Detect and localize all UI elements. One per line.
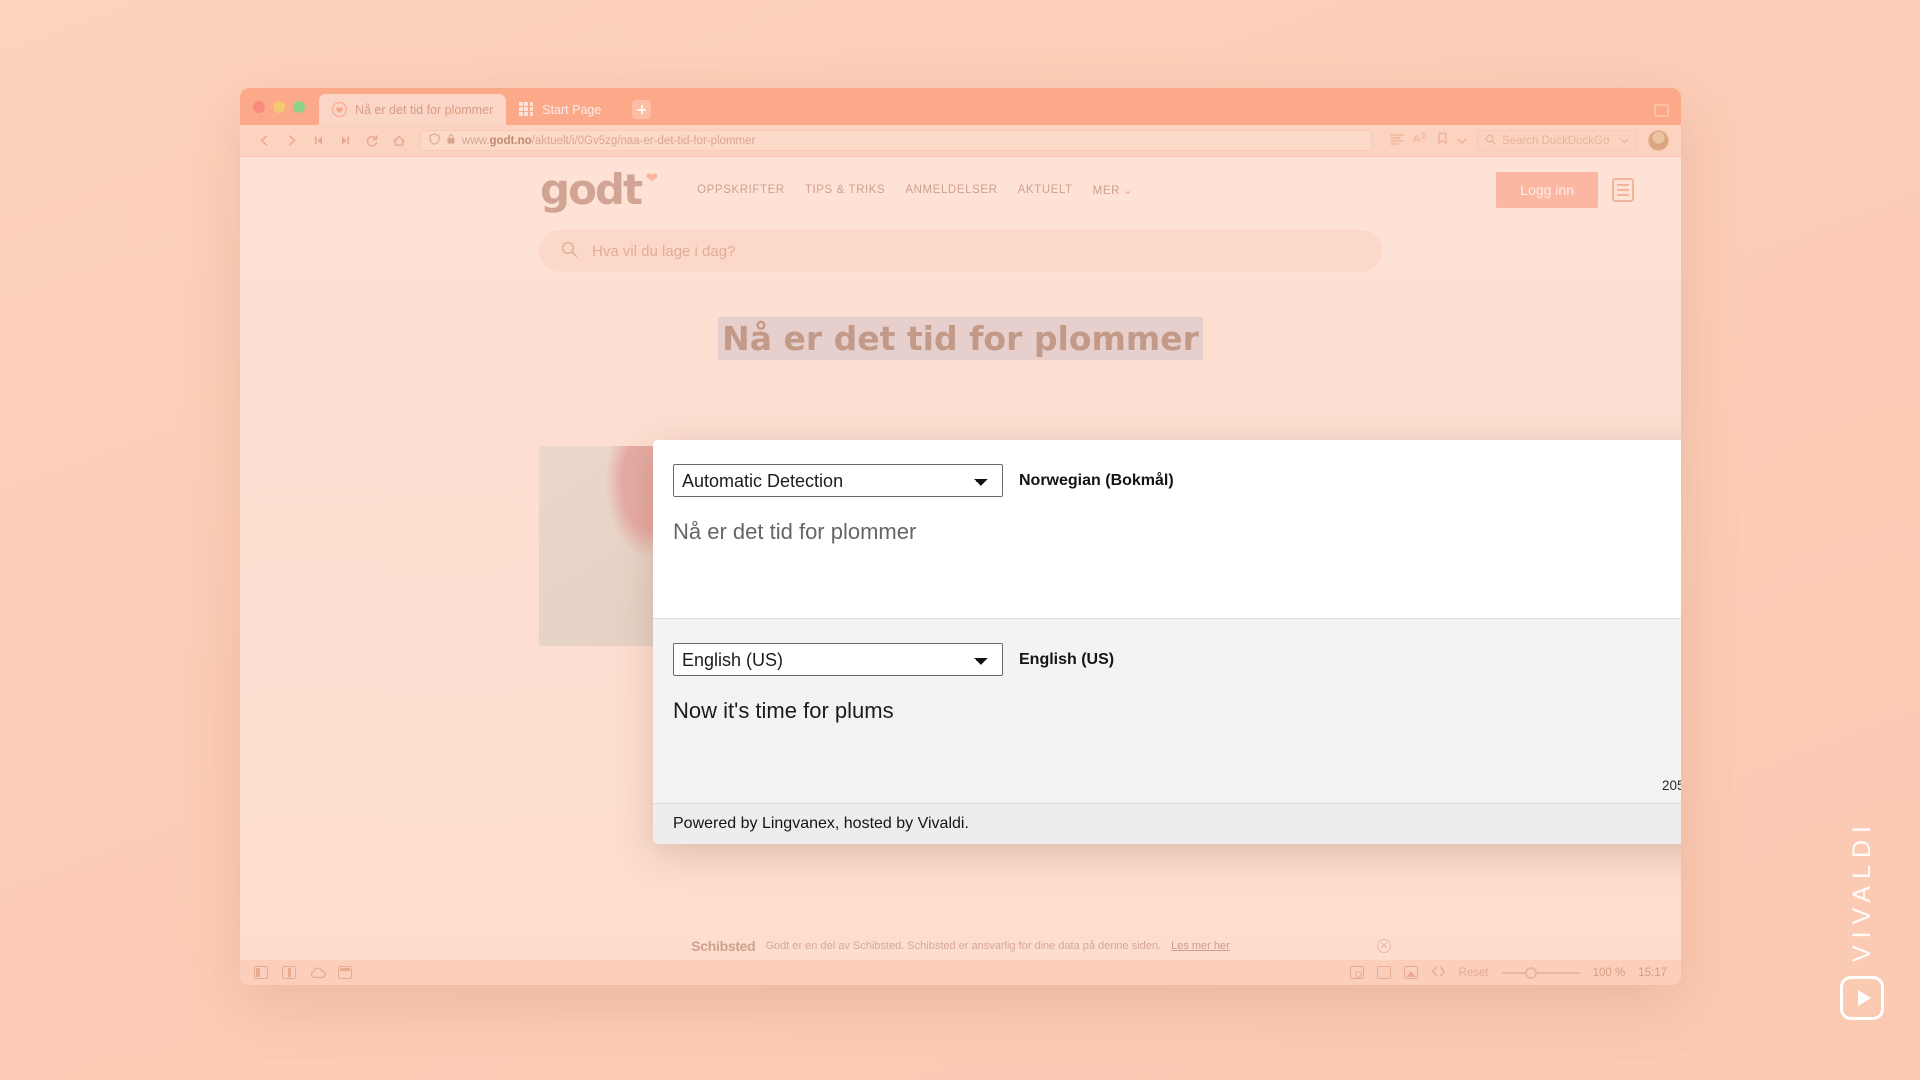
maximize-window-button[interactable]: [293, 100, 305, 113]
url-text: www.godt.no/aktuelt/i/0Gv5zg/naa-er-det-…: [462, 134, 756, 147]
site-search-placeholder: Hva vil du lage i dag?: [592, 242, 736, 260]
zoom-slider[interactable]: [1501, 966, 1580, 979]
shopping-list-icon[interactable]: [1612, 178, 1634, 202]
window-capture-icon[interactable]: [1376, 966, 1391, 979]
sitenav-item-mer[interactable]: MER ⌄: [1093, 183, 1134, 197]
translation-timing-label: 205.30 ms: [1661, 778, 1681, 793]
startpage-grid-icon: [519, 102, 534, 117]
schibsted-privacy-banner: Schibsted Godt er en del av Schibsted. S…: [240, 938, 1681, 954]
lock-icon: [446, 133, 456, 148]
source-language-select[interactable]: Automatic DetectionNorwegian (Bokmål)Eng…: [673, 464, 1003, 497]
vivaldi-logo-icon: [1840, 976, 1884, 1020]
login-button[interactable]: Logg inn: [1496, 172, 1598, 208]
address-bar[interactable]: www.godt.no/aktuelt/i/0Gv5zg/naa-er-det-…: [420, 130, 1372, 151]
fast-forward-button[interactable]: [333, 129, 357, 153]
statusbar-right-controls: Reset 100 % 15:17: [1349, 964, 1667, 982]
zoom-reset-button[interactable]: Reset: [1459, 967, 1489, 979]
detected-language-label: Norwegian (Bokmål): [1019, 471, 1174, 489]
clock-label: 15:17: [1638, 966, 1667, 979]
browser-window: Nå er det tid for plommer Start Page www…: [240, 88, 1681, 985]
chevron-down-icon[interactable]: [1457, 132, 1467, 150]
tab-bar: Nå er det tid for plommer Start Page: [240, 88, 1681, 125]
site-navigation: OPPSKRIFTER TIPS & TRIKS ANMELDELSER AKT…: [697, 183, 1133, 197]
close-window-button[interactable]: [253, 100, 265, 113]
browser-toolbar: www.godt.no/aktuelt/i/0Gv5zg/naa-er-det-…: [240, 125, 1681, 157]
tab-godt-article[interactable]: Nå er det tid for plommer: [319, 94, 507, 125]
split-view-icon[interactable]: [282, 966, 296, 979]
image-toggle-icon[interactable]: [1403, 966, 1418, 979]
calendar-icon[interactable]: [338, 966, 352, 979]
godt-favicon-icon: [331, 101, 348, 118]
tab-label: Nå er det tid for plommer: [355, 102, 494, 117]
window-panel-button[interactable]: [1654, 104, 1669, 117]
site-search-section: Hva vil du lage i dag?: [240, 223, 1681, 279]
schibsted-text: Godt er en del av Schibsted. Schibsted e…: [765, 940, 1162, 952]
svg-text:A: A: [1413, 134, 1420, 145]
camera-icon[interactable]: [1349, 966, 1364, 979]
target-language-label: English (US): [1019, 650, 1115, 668]
tab-label: Start Page: [542, 102, 602, 117]
rewind-button[interactable]: [306, 129, 330, 153]
translate-dialog: ✕ Automatic DetectionNorwegian (Bokmål)E…: [653, 440, 1681, 844]
source-text: Nå er det tid for plommer: [673, 519, 917, 544]
translate-target-pane: English (US)Norwegian (Bokmål)GermanFren…: [653, 618, 1681, 803]
profile-avatar[interactable]: [1648, 130, 1669, 151]
zoom-slider-knob[interactable]: [1524, 966, 1537, 979]
page-title: Nå er det tid for plommer: [718, 317, 1203, 360]
vivaldi-watermark-text: VIVALDI: [1847, 818, 1876, 962]
reload-button[interactable]: [360, 129, 384, 153]
forward-button[interactable]: [279, 129, 303, 153]
site-header: godt ❤ OPPSKRIFTER TIPS & TRIKS ANMELDEL…: [240, 157, 1681, 223]
tab-start-page[interactable]: Start Page: [506, 94, 614, 125]
site-search-input[interactable]: Hva vil du lage i dag?: [539, 230, 1382, 272]
sitenav-item-tips-triks[interactable]: TIPS & TRIKS: [805, 184, 885, 196]
reader-view-icon[interactable]: [1390, 132, 1404, 150]
home-button[interactable]: [387, 129, 411, 153]
vivaldi-watermark: VIVALDI: [1840, 819, 1884, 1020]
schibsted-brand: Schibsted: [691, 938, 756, 954]
developer-tools-icon[interactable]: [1431, 964, 1446, 982]
window-controls: [253, 88, 319, 125]
translate-source-pane: Automatic DetectionNorwegian (Bokmål)Eng…: [653, 440, 1681, 618]
new-tab-button[interactable]: [632, 100, 652, 119]
heart-icon: ❤: [645, 169, 658, 187]
chevron-down-icon: ⌄: [1123, 185, 1134, 197]
sitenav-item-anmeldelser[interactable]: ANMELDELSER: [905, 184, 997, 196]
search-icon: [561, 241, 578, 262]
translated-text: Now it's time for plums: [673, 698, 894, 723]
panel-toggle-icon[interactable]: [254, 966, 268, 979]
close-icon[interactable]: ✕: [1377, 939, 1391, 953]
sitenav-item-oppskrifter[interactable]: OPPSKRIFTER: [697, 184, 785, 196]
search-icon: [1485, 134, 1496, 148]
toolbar-actions: A文: [1383, 131, 1474, 150]
shield-icon: [429, 133, 440, 148]
search-engine-chevron-icon[interactable]: [1620, 135, 1629, 147]
svg-text:文: 文: [1420, 131, 1427, 140]
search-placeholder: Search DuckDuckGo: [1502, 134, 1610, 147]
search-input[interactable]: Search DuckDuckGo: [1477, 130, 1637, 151]
target-language-row: English (US)Norwegian (Bokmål)GermanFren…: [673, 643, 1681, 676]
zoom-level-label: 100 %: [1592, 966, 1626, 979]
status-bar: Reset 100 % 15:17: [240, 960, 1681, 985]
translate-dialog-footer: Powered by Lingvanex, hosted by Vivaldi.: [653, 803, 1681, 844]
sync-cloud-icon[interactable]: [310, 966, 326, 979]
sitenav-item-aktuelt[interactable]: AKTUELT: [1018, 184, 1073, 196]
godt-logo[interactable]: godt ❤: [540, 169, 658, 211]
minimize-window-button[interactable]: [273, 100, 285, 113]
bookmark-icon[interactable]: [1437, 132, 1448, 150]
statusbar-left-icons: [254, 966, 352, 979]
desktop-background: VIVALDI Nå er det tid for plommer Start …: [0, 0, 1920, 1080]
source-language-row: Automatic DetectionNorwegian (Bokmål)Eng…: [673, 464, 1681, 497]
back-button[interactable]: [252, 129, 276, 153]
target-language-select[interactable]: English (US)Norwegian (Bokmål)GermanFren…: [673, 643, 1003, 676]
schibsted-read-more-link[interactable]: Les mer her: [1171, 940, 1230, 952]
translate-page-icon[interactable]: A文: [1413, 131, 1428, 150]
